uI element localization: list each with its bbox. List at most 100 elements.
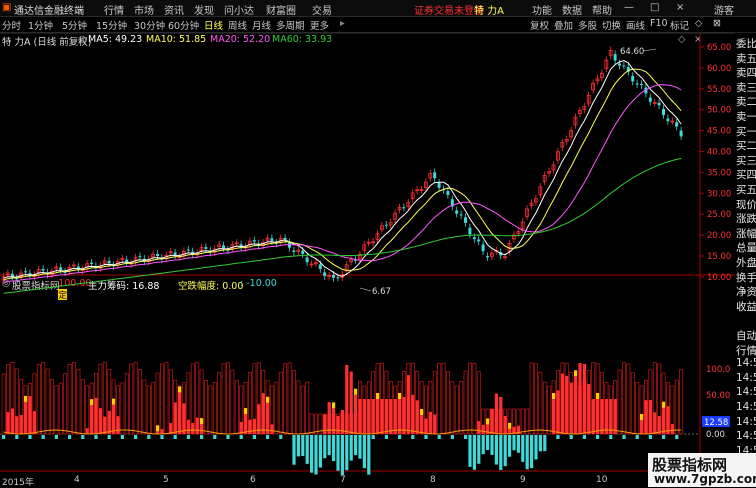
indicator-outline xyxy=(622,362,626,435)
indicator-bar-up xyxy=(393,399,397,434)
candle-body xyxy=(318,264,322,269)
indicator-bar-down xyxy=(318,435,322,468)
indicator-bar-up xyxy=(613,399,617,434)
indicator-bar-down xyxy=(622,435,626,439)
quote-panel-label: 14:56 xyxy=(736,415,756,428)
sub-tick: 0.00 xyxy=(706,430,725,440)
indicator-bar-up xyxy=(10,408,14,434)
candle-body xyxy=(173,252,177,256)
x-axis-label: 8 xyxy=(430,475,436,485)
indicator-bar-down xyxy=(384,435,388,439)
watermark-url: www.7gpzb.com xyxy=(654,472,756,486)
candle-body xyxy=(222,245,225,249)
indicator-bar-down xyxy=(521,435,525,462)
indicator-bar-up xyxy=(582,363,586,434)
indicator-bar-up xyxy=(261,393,265,434)
indicator-bar-up xyxy=(160,429,164,434)
indicator-bar-down xyxy=(160,435,164,439)
x-axis-label: 6 xyxy=(250,475,256,485)
indicator-bar-up xyxy=(569,382,573,434)
indicator-bar-up xyxy=(428,411,432,434)
indicator-bar-up xyxy=(552,399,556,434)
indicator-outline xyxy=(468,362,472,435)
indicator-bar-down xyxy=(662,435,666,439)
indicator-bar-up xyxy=(336,416,340,434)
indicator-bar-down xyxy=(239,435,243,439)
candle-body xyxy=(472,237,476,240)
indicator-bar-up xyxy=(657,416,661,434)
candle-body xyxy=(662,108,665,116)
indicator-outline xyxy=(1,373,6,435)
indicator-outline xyxy=(305,381,310,435)
indicator-outline xyxy=(221,363,226,435)
indicator-bar-up xyxy=(587,384,591,434)
indicator-bar-down xyxy=(499,435,503,470)
price-tick: 50.00 xyxy=(707,106,731,116)
indicator-outline xyxy=(529,362,534,435)
indicator-outline xyxy=(212,382,217,435)
indicator-outline xyxy=(542,381,547,435)
price-axis: 65.00 60.00 55.00 50.00 45.00 40.00 35.00 30.00… xyxy=(700,43,733,472)
high-pointer xyxy=(642,48,657,52)
indicator-bar-down xyxy=(371,435,375,439)
indicator-bar-up xyxy=(666,406,670,434)
indicator-bar-top xyxy=(24,395,28,402)
ma10-line xyxy=(3,68,682,281)
indicator-outline xyxy=(617,369,622,435)
quote-panel-label: 净资 xyxy=(736,286,756,299)
quote-panel-label: 卖四 xyxy=(736,67,756,80)
indicator-bar-top xyxy=(376,393,380,399)
indicator-outline xyxy=(76,368,81,435)
candle-body xyxy=(107,260,111,264)
indicator-bar-down xyxy=(538,435,542,452)
indicator-bar-down xyxy=(173,435,177,439)
candle-body xyxy=(477,239,481,242)
candle-body xyxy=(464,217,467,223)
quote-panel-label: 总量 xyxy=(736,242,756,255)
candle-body xyxy=(10,273,14,277)
indicator-bar-up xyxy=(323,414,327,434)
indicator-bar-down xyxy=(635,435,639,439)
candle-body xyxy=(270,238,274,241)
indicator-bar-down xyxy=(54,435,58,439)
indicator-bar-up xyxy=(560,373,564,434)
indicator-bar-top xyxy=(200,418,204,425)
indicator-outline xyxy=(278,371,283,435)
indicator-bar-up xyxy=(103,416,107,434)
candle-body xyxy=(41,268,45,271)
indicator-bar-down xyxy=(534,435,538,460)
indicator-bar-top xyxy=(90,399,94,406)
indicator-bar-up xyxy=(591,399,595,434)
indicator-bar-up xyxy=(85,428,89,434)
indicator-bar-up xyxy=(195,417,199,434)
indicator-bar-up xyxy=(499,396,503,434)
indicator-bar-down xyxy=(107,435,111,439)
quote-panel-label: 外盘 xyxy=(736,257,756,269)
indicator-bar-down xyxy=(494,435,498,465)
indicator-bar-down xyxy=(305,435,309,464)
candle-body xyxy=(301,250,305,255)
indicator-outline xyxy=(146,385,151,435)
candle-body xyxy=(455,210,459,214)
kline-chart[interactable]: 65.0060.0055.0050.0045.0040.0035.0030.00… xyxy=(0,0,756,487)
x-axis-label: 2015年 xyxy=(2,478,34,488)
candle-body xyxy=(384,224,388,226)
candle-body xyxy=(204,247,208,249)
indicator-outline xyxy=(129,363,134,435)
price-tick: 20.00 xyxy=(707,231,731,241)
indicator-outline xyxy=(538,371,543,435)
quote-panel-label: 卖二 xyxy=(736,96,756,109)
indicator-bar-down xyxy=(596,435,600,439)
indicator-bar-up xyxy=(6,412,10,434)
indicator-bar-up xyxy=(609,399,613,434)
indicator-bar-down xyxy=(349,435,353,461)
indicator-outline xyxy=(446,371,450,435)
indicator-outline xyxy=(41,362,46,435)
x-axis-label: 9 xyxy=(520,475,526,485)
indicator-outline xyxy=(296,380,301,435)
indicator-bar-up xyxy=(604,399,608,434)
candle-body xyxy=(468,227,472,235)
price-tick: 25.00 xyxy=(707,210,731,220)
indicator-outline xyxy=(437,362,442,435)
indicator-bar-down xyxy=(94,435,98,439)
